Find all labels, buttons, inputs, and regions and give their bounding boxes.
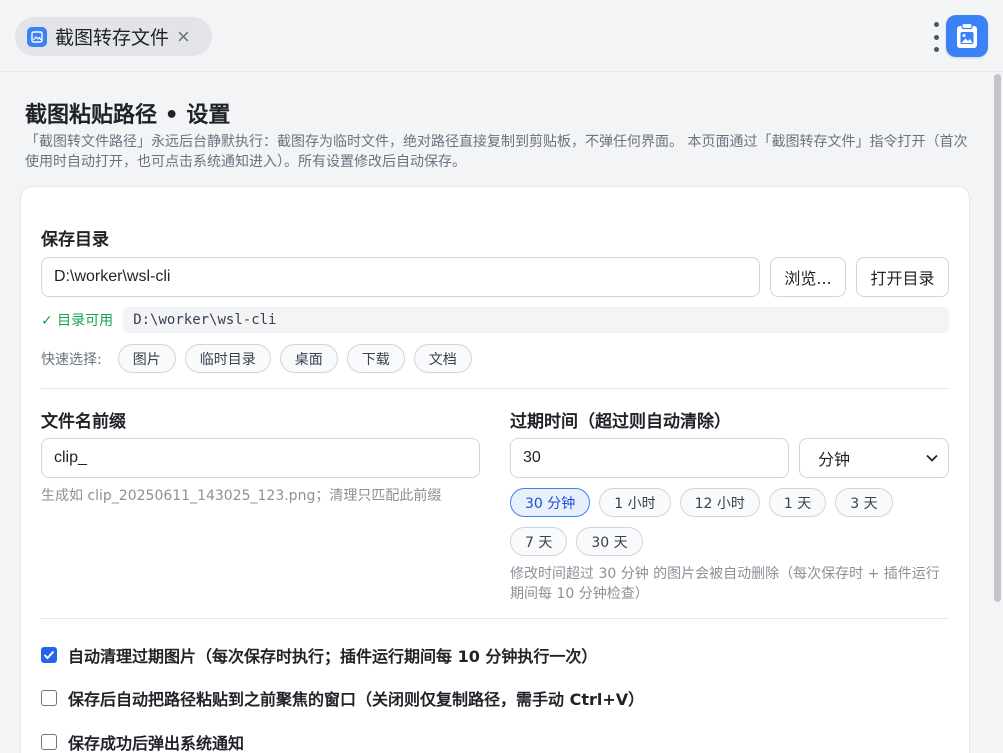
divider: [41, 618, 949, 619]
auto-clean-label: 自动清理过期图片（每次保存时执行；插件运行期间每 10 分钟执行一次）: [68, 647, 598, 666]
expiry-unit-value: 分钟: [818, 450, 851, 469]
dir-status-text: ✓ 目录可用: [41, 313, 114, 329]
auto-clean-option[interactable]: 自动清理过期图片（每次保存时执行；插件运行期间每 10 分钟执行一次）: [41, 643, 597, 667]
auto-paste-label: 保存后自动把路径粘贴到之前聚焦的窗口（关闭则仅复制路径，需手动 Ctrl+V）: [68, 690, 645, 709]
expiry-presets: 30 分钟 1 小时 12 小时 1 天 3 天 7 天 30 天: [510, 488, 950, 556]
more-menu-icon[interactable]: [930, 22, 942, 52]
preset-30d-chip[interactable]: 30 天: [576, 527, 643, 556]
preset-1d-chip[interactable]: 1 天: [768, 488, 827, 517]
dir-status: ✓ 目录可用 D:\worker\wsl-cli: [41, 307, 949, 333]
clipboard-image-icon[interactable]: [946, 15, 988, 57]
expiry-unit-select[interactable]: 分钟: [799, 438, 949, 478]
chevron-down-icon: [926, 454, 938, 462]
expiry-value-input[interactable]: [510, 438, 789, 478]
expiry-label: 过期时间（超过则自动清除）: [510, 412, 731, 432]
preset-7d-chip[interactable]: 7 天: [510, 527, 568, 556]
open-dir-button[interactable]: 打开目录: [856, 257, 949, 297]
quick-select: 快速选择: 图片 临时目录 桌面 下载 文档: [41, 344, 481, 373]
prefix-input[interactable]: [41, 438, 480, 478]
auto-clean-checkbox[interactable]: [41, 647, 57, 663]
notify-label: 保存成功后弹出系统通知: [68, 734, 245, 753]
prefix-hint: 生成如 clip_20250611_143025_123.png；清理只匹配此前…: [41, 488, 442, 504]
preset-30m-chip[interactable]: 30 分钟: [510, 488, 591, 517]
close-icon[interactable]: ×: [177, 25, 190, 48]
prefix-label: 文件名前缀: [41, 412, 126, 432]
quick-desktop-chip[interactable]: 桌面: [279, 344, 338, 373]
preset-12h-chip[interactable]: 12 小时: [679, 488, 760, 517]
checkmark-icon: [43, 650, 55, 660]
quick-documents-chip[interactable]: 文档: [413, 344, 472, 373]
divider: [41, 388, 949, 389]
plugin-tab[interactable]: 截图转存文件 ×: [15, 17, 212, 56]
scrollbar-thumb[interactable]: [994, 74, 1001, 602]
top-bar: 截图转存文件 ×: [0, 0, 1003, 72]
quick-pictures-chip[interactable]: 图片: [117, 344, 176, 373]
preset-1h-chip[interactable]: 1 小时: [599, 488, 671, 517]
preset-3d-chip[interactable]: 3 天: [835, 488, 893, 517]
image-icon: [27, 26, 47, 47]
page-description: 「截图转文件路径」永远后台静默执行：截图存为临时文件，绝对路径直接复制到剪贴板，…: [25, 134, 968, 170]
browse-button[interactable]: 浏览...: [770, 257, 846, 297]
expiry-hint: 修改时间超过 30 分钟 的图片会被自动删除（每次保存时 + 插件运行期间每 1…: [510, 566, 940, 602]
notify-option[interactable]: 保存成功后弹出系统通知: [41, 730, 244, 753]
auto-paste-option[interactable]: 保存后自动把路径粘贴到之前聚焦的窗口（关闭则仅复制路径，需手动 Ctrl+V）: [41, 686, 644, 710]
tab-title: 截图转存文件: [55, 27, 170, 49]
quick-select-label: 快速选择:: [41, 351, 102, 368]
save-dir-input[interactable]: [41, 257, 760, 297]
resolved-path: D:\worker\wsl-cli: [123, 307, 949, 333]
page-title: 截图粘贴路径 • 设置: [25, 103, 231, 128]
notify-checkbox[interactable]: [41, 734, 57, 750]
save-dir-label: 保存目录: [41, 230, 109, 250]
quick-downloads-chip[interactable]: 下载: [346, 344, 405, 373]
scrollbar[interactable]: [992, 72, 1003, 753]
quick-temp-chip[interactable]: 临时目录: [184, 344, 271, 373]
settings-card: 保存目录 浏览... 打开目录 ✓ 目录可用 D:\worker\wsl-cli…: [20, 186, 970, 753]
auto-paste-checkbox[interactable]: [41, 690, 57, 706]
